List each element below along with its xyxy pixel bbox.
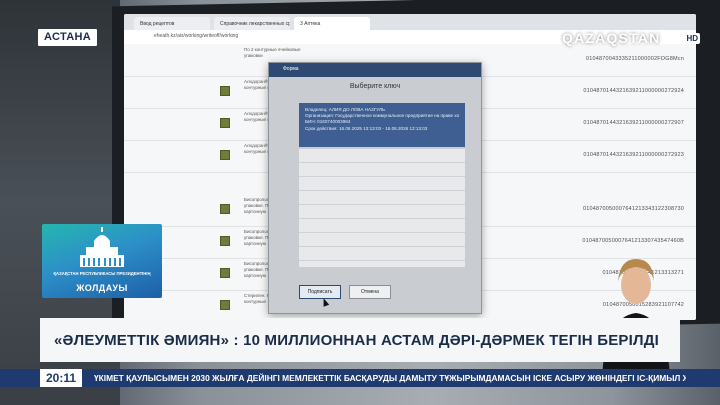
row-checkbox[interactable] [220,300,230,310]
list-item[interactable] [299,247,465,261]
row-code: 010487005000764121330743547460B [582,238,684,244]
list-item[interactable] [299,177,465,191]
key-select-dialog: Форма Выберите ключ Владелец: АЛИЯ ДО ЛО… [268,62,482,314]
dialog-titlebar[interactable]: Форма [269,63,481,77]
news-headline-bar: «ӘЛЕУМЕТТІК ӘМИЯН» : 10 МИЛЛИОННАН АСТАМ… [40,318,680,362]
list-item[interactable] [299,163,465,177]
row-code: 0104870144321639211000000272924 [583,88,684,94]
cancel-button[interactable]: Отмена [349,285,391,299]
badge-title: ЖОЛДАУЫ [76,283,128,293]
channel-logo: QAZAQSTAN HD [562,29,700,47]
row-checkbox[interactable] [220,204,230,214]
headline-text: «ӘЛЕУМЕТТІК ӘМИЯН» : 10 МИЛЛИОННАН АСТАМ… [54,331,659,349]
hd-badge: HD [684,32,700,44]
list-item[interactable] [299,233,465,247]
dialog-heading: Выберите ключ [349,83,401,90]
news-ticker-text: ҮКІМЕТ ҚАУЛЫСЫМЕН 2030 ЖЫЛҒА ДЕЙІНГІ МЕМ… [94,373,686,383]
row-checkbox[interactable] [220,118,230,128]
sign-button[interactable]: Подписать [299,285,341,299]
list-item[interactable] [299,191,465,205]
row-checkbox[interactable] [220,236,230,246]
list-item[interactable] [299,205,465,219]
row-code: 0104870144321639211000000272923 [583,152,684,158]
url-text: eheath.kz/ais/working/writeoff/working [154,33,239,39]
certificate-item-selected[interactable]: Владелец: АЛИЯ ДО ЛОВА НАЗГУЛЬ Организац… [299,103,465,147]
certificate-list [299,149,465,267]
badge-subtitle: ҚАЗАҚСТАН РЕСПУБЛИКАСЫ ПРЕЗИДЕНТІНІҢ [53,271,151,276]
dialog-title: Форма [283,66,299,72]
clock: 20:11 [40,369,82,387]
row-code: 0104870144321639211000000272907 [583,120,684,126]
list-item[interactable] [299,219,465,233]
cert-validity: Срок действия: 16.06.2025 13:13:03 - 16.… [305,125,428,131]
channel-name: QAZAQSTAN [562,30,661,46]
presidential-address-badge: ҚАЗАҚСТАН РЕСПУБЛИКАСЫ ПРЕЗИДЕНТІНІҢ ЖОЛ… [42,224,162,298]
row-description: По 2 контурные ячейковые упаковки [244,47,301,58]
browser-tabs: Ввод рецептов Справочник лекарственных с… [124,14,696,33]
akorda-building-icon [80,227,124,267]
eagle-icon [664,34,679,41]
row-code: 0104870050007641213343122308730 [582,206,684,212]
row-checkbox[interactable] [220,268,230,278]
list-item[interactable] [299,149,465,163]
row-checkbox[interactable] [220,86,230,96]
location-badge: АСТАНА [38,29,97,46]
row-code: 0104870043335211000002FOG8Mcn [585,56,684,62]
row-checkbox[interactable] [220,150,230,160]
